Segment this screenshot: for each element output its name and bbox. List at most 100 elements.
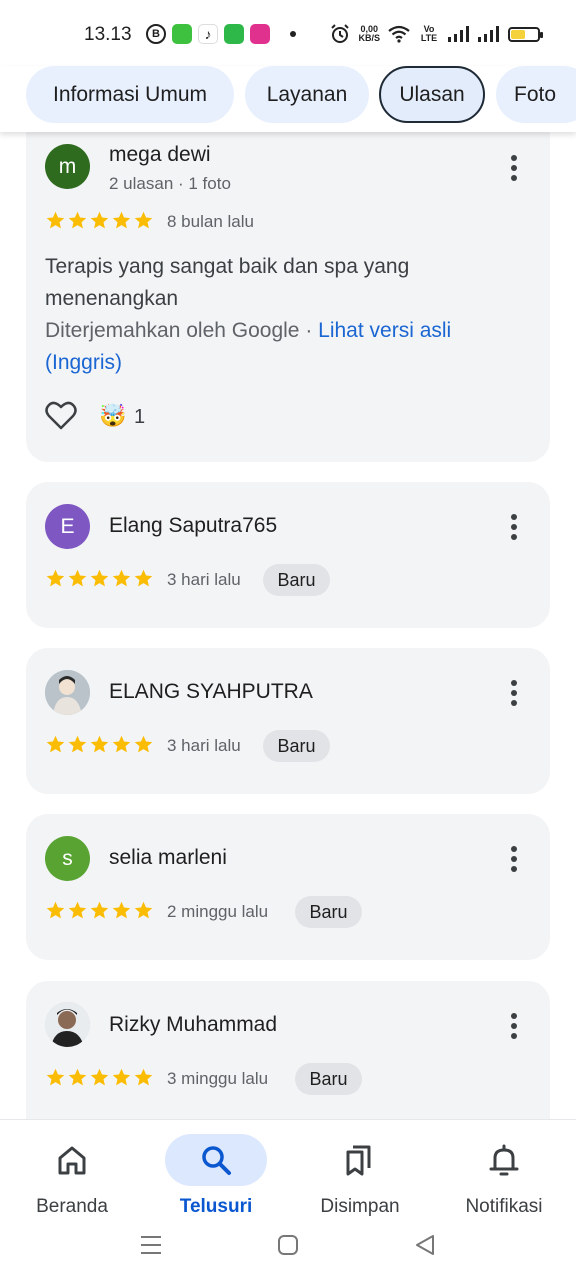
- star-icon: [68, 735, 87, 753]
- star-icon: [46, 211, 65, 229]
- star-icon: [46, 569, 65, 587]
- dana-app-icon: [172, 24, 192, 44]
- battery-level: [511, 29, 526, 39]
- avatar[interactable]: s: [45, 836, 90, 881]
- avatar[interactable]: [45, 670, 90, 715]
- nav-telusuri[interactable]: Telusuri: [144, 1128, 288, 1228]
- more-options-icon[interactable]: [511, 1013, 517, 1039]
- star-icon: [90, 735, 109, 753]
- star-rating: [45, 210, 154, 231]
- status-time: 13.13: [84, 24, 132, 45]
- reaction-count: 1: [134, 406, 146, 428]
- star-icon: [134, 211, 153, 229]
- lazada-app-icon: [250, 24, 270, 44]
- wifi-icon: [388, 25, 410, 43]
- star-icon: [68, 211, 87, 229]
- volte-indicator: Vo LTE: [420, 24, 438, 43]
- star-icon: [90, 569, 109, 587]
- star-icon: [90, 901, 109, 919]
- avatar-letter: s: [62, 846, 73, 870]
- tiktok-icon: ♪: [198, 24, 218, 44]
- avatar[interactable]: E: [45, 504, 90, 549]
- nav-label: Telusuri: [179, 1196, 253, 1217]
- star-icon: [112, 735, 131, 753]
- star-rating: [45, 1067, 154, 1088]
- more-options-icon[interactable]: [511, 680, 517, 706]
- star-icon: [112, 569, 131, 587]
- tab-layanan[interactable]: Layanan: [245, 66, 369, 123]
- nav-notifikasi[interactable]: Notifikasi: [432, 1128, 576, 1228]
- review-card: m mega dewi 2 ulasan · 1 foto 8 bulan la…: [26, 110, 550, 462]
- review-card: Rizky Muhammad 3 minggu lalu Baru: [26, 981, 550, 1141]
- status-bar: 13.13 B ♪ 0,00 KB/S Vo LTE: [0, 0, 576, 66]
- avatar[interactable]: [45, 1002, 90, 1047]
- star-rating: [45, 900, 154, 921]
- system-status: 0,00 KB/S Vo LTE: [330, 24, 543, 44]
- star-icon: [112, 1068, 131, 1086]
- reviewer-name[interactable]: selia marleni: [109, 846, 227, 870]
- reaction-emoji[interactable]: 🤯: [99, 403, 126, 429]
- star-icon: [46, 735, 65, 753]
- like-heart-icon[interactable]: [45, 400, 77, 430]
- avatar[interactable]: m: [45, 144, 90, 189]
- new-badge: Baru: [263, 564, 330, 596]
- home-button-icon[interactable]: [277, 1234, 299, 1256]
- star-icon: [112, 901, 131, 919]
- tab-informasi-umum[interactable]: Informasi Umum: [26, 66, 234, 123]
- star-icon: [68, 901, 87, 919]
- more-options-icon[interactable]: [511, 155, 517, 181]
- reviewer-name[interactable]: Elang Saputra765: [109, 514, 277, 538]
- review-card: s selia marleni 2 minggu lalu Baru: [26, 814, 550, 960]
- review-body: Terapis yang sangat baik dan spa yang me…: [45, 255, 410, 310]
- bell-icon: [489, 1144, 519, 1176]
- nav-disimpan[interactable]: Disimpan: [288, 1128, 432, 1228]
- star-icon: [90, 1068, 109, 1086]
- star-icon: [68, 569, 87, 587]
- reviewer-name[interactable]: mega dewi: [109, 143, 211, 167]
- star-icon: [134, 1068, 153, 1086]
- network-speed: 0,00 KB/S: [358, 25, 380, 43]
- star-icon: [90, 211, 109, 229]
- signal-icon-1: [448, 26, 469, 42]
- more-options-icon[interactable]: [511, 846, 517, 872]
- nav-label: Disimpan: [320, 1196, 400, 1217]
- star-icon: [46, 1068, 65, 1086]
- review-card: ELANG SYAHPUTRA 3 hari lalu Baru: [26, 648, 550, 794]
- reviewer-meta: 2 ulasan · 1 foto: [109, 174, 231, 193]
- home-icon: [58, 1146, 86, 1175]
- bookmarks-icon: [346, 1145, 371, 1176]
- star-icon: [134, 569, 153, 587]
- review-text: Terapis yang sangat baik dan spa yang me…: [45, 251, 525, 379]
- avatar-letter: E: [60, 514, 75, 538]
- review-date: 3 hari lalu: [167, 736, 241, 755]
- nav-beranda[interactable]: Beranda: [0, 1128, 144, 1228]
- reviewer-name[interactable]: ELANG SYAHPUTRA: [109, 680, 313, 704]
- star-icon: [134, 735, 153, 753]
- recent-apps-icon[interactable]: [140, 1234, 162, 1256]
- system-navigation-bar: [0, 1220, 576, 1270]
- more-options-icon[interactable]: [511, 514, 517, 540]
- more-notifications-dot: [290, 31, 296, 37]
- place-tabs: Informasi Umum Layanan Ulasan Foto: [0, 66, 576, 132]
- back-icon[interactable]: [414, 1234, 436, 1256]
- star-rating: [45, 734, 154, 755]
- tab-foto[interactable]: Foto: [496, 66, 576, 123]
- new-badge: Baru: [295, 896, 362, 928]
- profile-photo-icon: [45, 1002, 90, 1047]
- profile-photo-icon: [45, 670, 90, 715]
- tab-ulasan[interactable]: Ulasan: [379, 66, 485, 123]
- nav-label: Notifikasi: [465, 1196, 543, 1217]
- review-date: 8 bulan lalu: [167, 212, 254, 231]
- star-icon: [68, 1068, 87, 1086]
- translation-note: Diterjemahkan oleh Google ·: [45, 319, 319, 342]
- new-badge: Baru: [263, 730, 330, 762]
- review-date: 2 minggu lalu: [167, 902, 269, 921]
- star-icon: [46, 901, 65, 919]
- review-date: 3 hari lalu: [167, 570, 241, 589]
- nav-label: Beranda: [36, 1196, 108, 1217]
- alarm-icon: [331, 24, 350, 43]
- reviewer-name[interactable]: Rizky Muhammad: [109, 1013, 277, 1037]
- notification-icons: B ♪: [146, 24, 296, 44]
- b-app-icon: B: [146, 24, 166, 44]
- new-badge: Baru: [295, 1063, 362, 1095]
